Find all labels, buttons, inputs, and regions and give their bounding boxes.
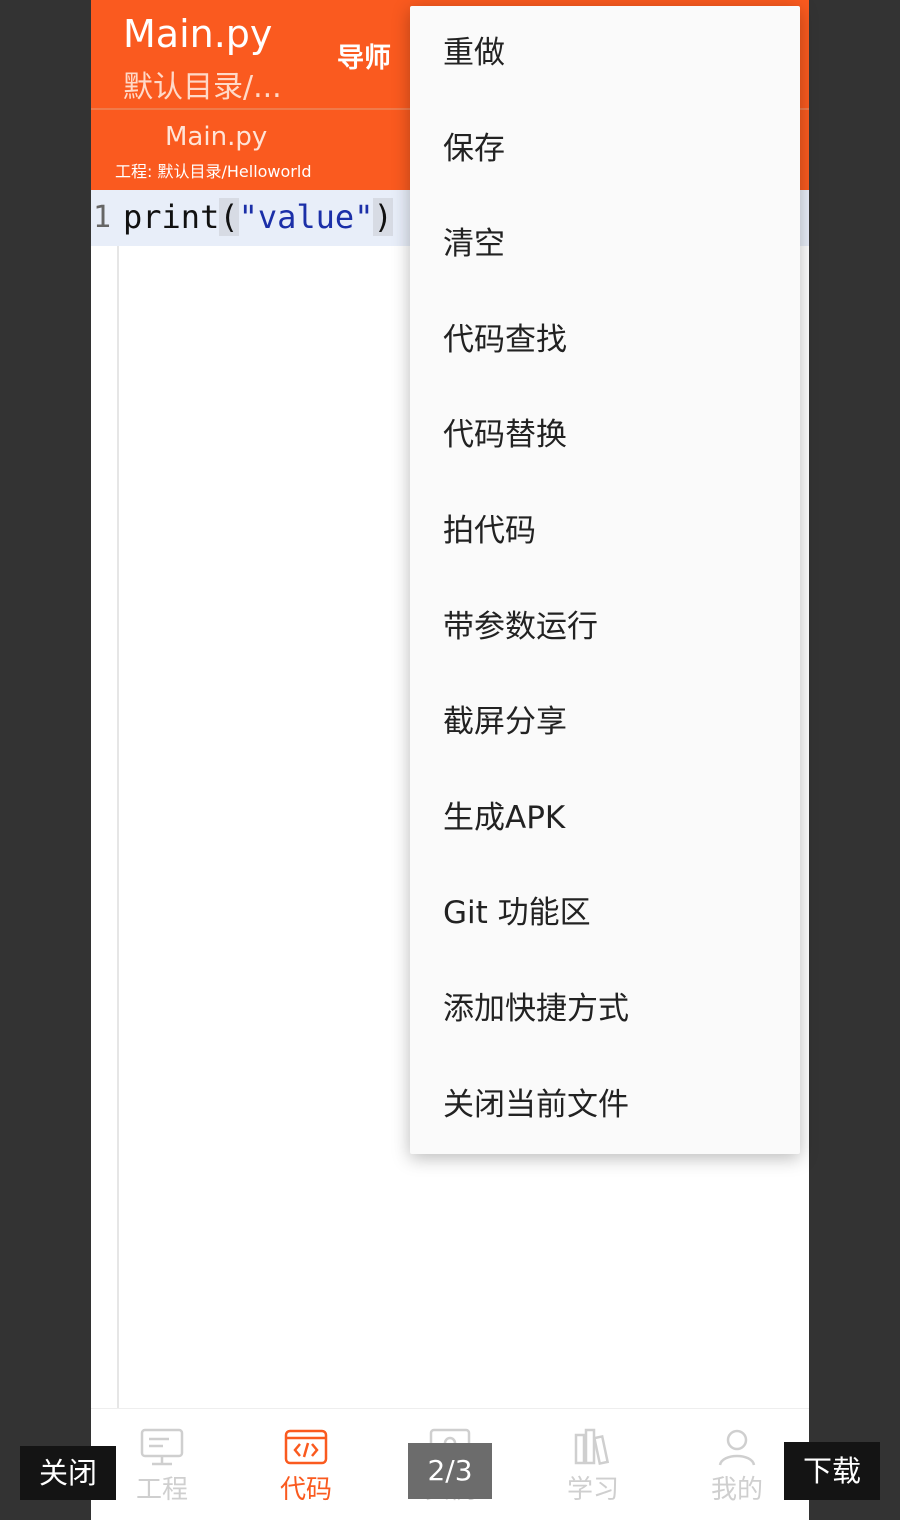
line-number: 1	[93, 200, 112, 235]
menu-item-screenshot-share[interactable]: 截屏分享	[410, 675, 800, 771]
menu-item-find[interactable]: 代码查找	[410, 293, 800, 389]
viewer-download-button[interactable]: 下载	[784, 1442, 880, 1500]
nav-label-learn: 学习	[566, 1475, 619, 1505]
user-icon	[718, 1429, 756, 1466]
monitor-icon	[140, 1428, 184, 1466]
nav-item-mine[interactable]: 我的	[682, 1427, 792, 1506]
menu-item-save[interactable]: 保存	[410, 102, 800, 198]
app-subtitle: 默认目录/...	[123, 70, 282, 105]
mentor-button[interactable]: 导师	[337, 36, 391, 75]
file-tab-project-path: 工程: 默认目录/Helloworld	[115, 162, 312, 181]
page-indicator: 2/3	[408, 1443, 492, 1499]
nav-label-mine: 我的	[710, 1475, 763, 1505]
nav-item-project[interactable]: 工程	[107, 1427, 217, 1506]
menu-item-build-apk[interactable]: 生成APK	[410, 771, 800, 867]
code-paren-close: )	[373, 198, 393, 236]
gutter-divider	[117, 190, 119, 1408]
nav-label-project: 工程	[135, 1475, 188, 1505]
menu-item-clear[interactable]: 清空	[410, 197, 800, 293]
menu-item-redo[interactable]: 重做	[410, 6, 800, 102]
menu-item-close-file[interactable]: 关闭当前文件	[410, 1058, 800, 1154]
code-string: "value"	[238, 198, 374, 236]
app-title: Main.py	[123, 12, 273, 56]
nav-item-code[interactable]: 代码	[251, 1427, 361, 1506]
code-function: print	[123, 198, 220, 236]
menu-item-run-with-args[interactable]: 带参数运行	[410, 580, 800, 676]
menu-item-git[interactable]: Git 功能区	[410, 866, 800, 962]
books-icon	[574, 1428, 610, 1466]
overflow-menu: 重做 保存 清空 代码查找 代码替换 拍代码 带参数运行 截屏分享 生成APK …	[410, 6, 800, 1154]
nav-item-learn[interactable]: 学习	[538, 1427, 648, 1506]
nav-label-code: 代码	[279, 1475, 332, 1505]
code-text[interactable]: print("value")	[123, 198, 393, 236]
file-tab-name: Main.py	[165, 122, 268, 152]
viewer-close-button[interactable]: 关闭	[20, 1446, 116, 1500]
menu-item-replace[interactable]: 代码替换	[410, 388, 800, 484]
code-paren-open: (	[219, 198, 239, 236]
menu-item-add-shortcut[interactable]: 添加快捷方式	[410, 962, 800, 1058]
code-icon	[284, 1429, 328, 1465]
menu-item-photo-code[interactable]: 拍代码	[410, 484, 800, 580]
